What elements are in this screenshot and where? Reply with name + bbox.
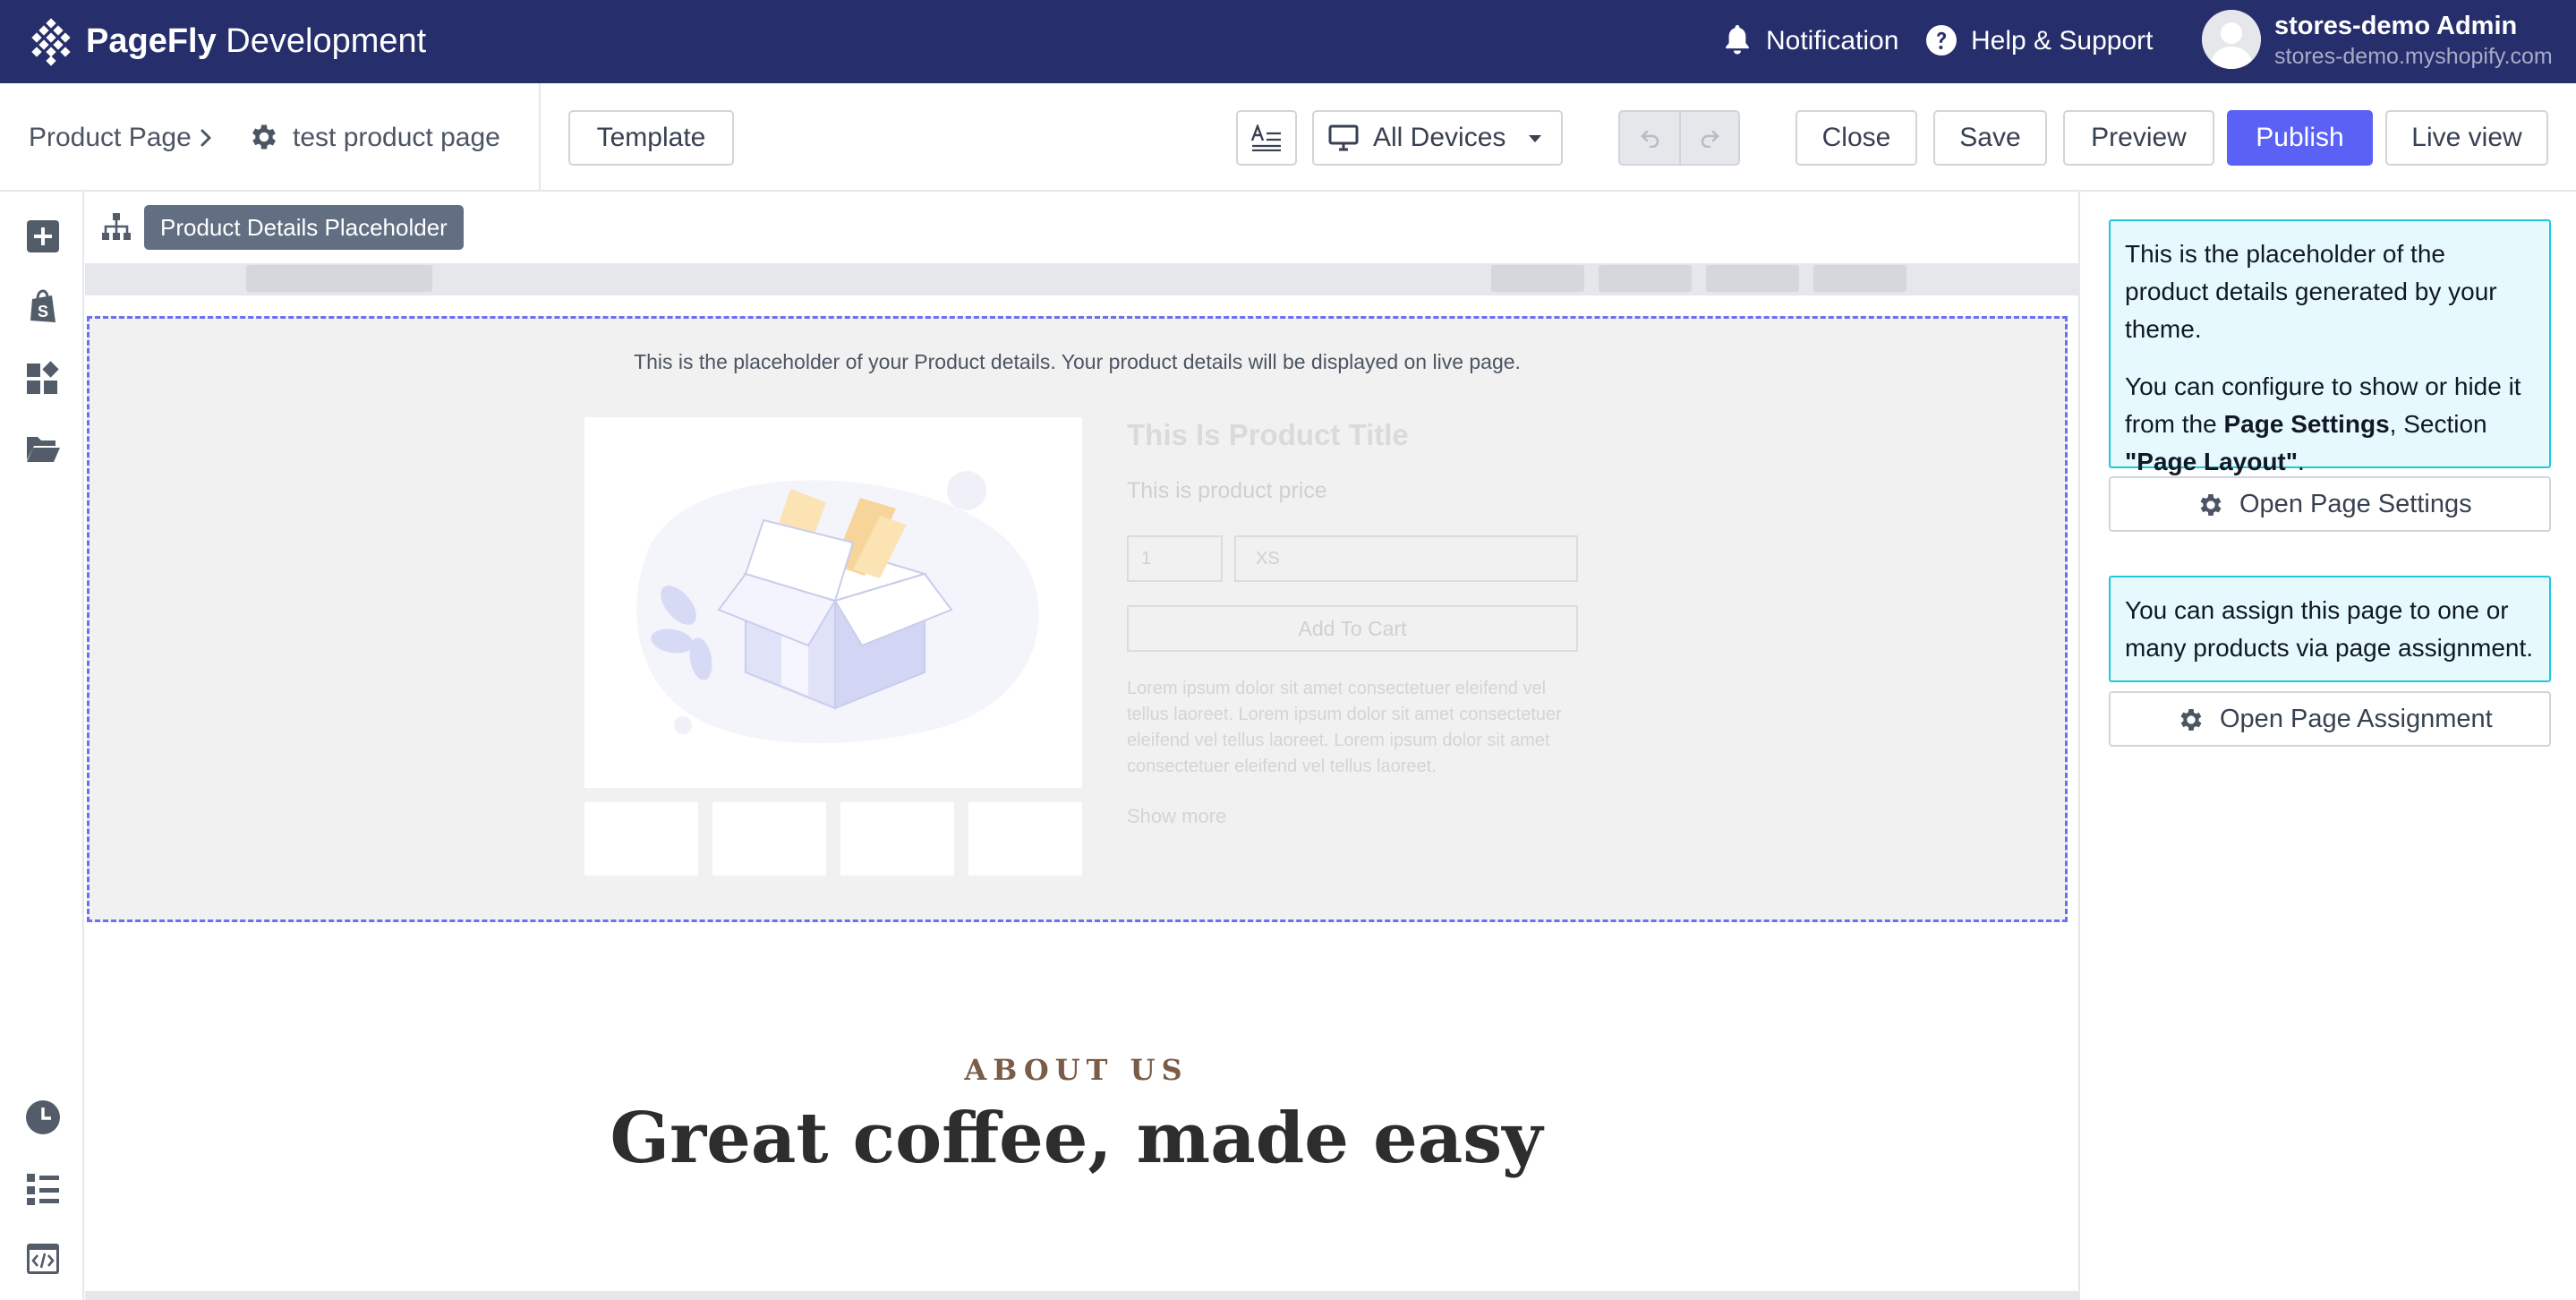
svg-text:S: S: [38, 303, 48, 321]
info-text-settings: You can configure to show or hide it fro…: [2125, 368, 2535, 481]
product-title-placeholder: This Is Product Title: [1127, 418, 1409, 451]
typography-icon: [1250, 124, 1281, 151]
pagefly-logo-icon: [31, 18, 71, 66]
selected-element-label[interactable]: Product Details Placeholder: [144, 205, 464, 250]
product-price-placeholder: This is product price: [1127, 478, 1327, 503]
layers-icon[interactable]: [25, 1171, 61, 1207]
canvas-scrollbar-track[interactable]: [85, 1291, 2078, 1300]
gear-icon: [2200, 494, 2222, 516]
gear-icon[interactable]: [248, 121, 280, 153]
chevron-right-icon: [200, 129, 211, 147]
header-menu-placeholder: [1706, 265, 1799, 292]
info-text-mid: , Section: [2389, 410, 2487, 438]
folder-icon[interactable]: [25, 430, 61, 466]
product-thumbnail-placeholder: [968, 802, 1082, 876]
live-view-button[interactable]: Live view: [2385, 110, 2548, 166]
header-logo-placeholder: [246, 265, 432, 292]
bell-icon[interactable]: [1724, 23, 1751, 56]
quantity-field-placeholder: 1: [1127, 535, 1223, 582]
variant-select-placeholder: XS: [1234, 535, 1578, 582]
close-button[interactable]: Close: [1796, 110, 1917, 166]
open-page-settings-button[interactable]: Open Page Settings: [2109, 476, 2551, 532]
placeholder-note: This is the placeholder of your Product …: [634, 350, 1521, 373]
device-selector[interactable]: All Devices: [1312, 110, 1563, 166]
publish-button[interactable]: Publish: [2227, 110, 2373, 166]
open-page-assignment-label: Open Page Assignment: [2220, 705, 2493, 733]
add-to-cart-placeholder: Add To Cart: [1127, 605, 1578, 652]
about-us-heading[interactable]: Great coffee, made easy: [85, 1094, 2068, 1184]
top-navigation-bar: PageFly Development Notification Help & …: [0, 0, 2576, 83]
editor-canvas[interactable]: Product Details Placeholder This is the …: [85, 192, 2078, 1300]
right-properties-panel: This is the placeholder of the product d…: [2078, 192, 2576, 1300]
template-button[interactable]: Template: [568, 110, 734, 166]
undo-redo-divider: [1679, 112, 1681, 164]
open-page-assignment-button[interactable]: Open Page Assignment: [2109, 691, 2551, 747]
app-brand[interactable]: PageFly Development: [86, 20, 426, 63]
typography-button[interactable]: [1236, 110, 1297, 166]
caret-down-icon: [1529, 135, 1541, 142]
about-us-kicker[interactable]: ABOUT US: [85, 1052, 2068, 1088]
device-selector-label: All Devices: [1373, 123, 1506, 152]
empty-box-illustration-icon: [636, 471, 1039, 743]
redo-icon[interactable]: [1699, 128, 1720, 148]
history-icon[interactable]: [25, 1099, 61, 1135]
desktop-icon: [1328, 124, 1359, 151]
editor-toolbar: Product Page test product page Template …: [0, 83, 2576, 192]
show-more-placeholder: Show more: [1127, 805, 1227, 827]
left-sidebar: S: [0, 192, 84, 1300]
info-text: This is the placeholder of the product d…: [2125, 240, 2497, 343]
header-menu-placeholder: [1491, 265, 1584, 292]
info-text-end: .: [2298, 448, 2305, 475]
notification-label[interactable]: Notification: [1766, 25, 1898, 57]
avatar[interactable]: [2202, 10, 2261, 69]
gear-icon: [2180, 709, 2202, 731]
product-details-placeholder[interactable]: This is the placeholder of your Product …: [87, 316, 2068, 922]
help-icon[interactable]: [1925, 24, 1958, 56]
sitemap-icon[interactable]: [101, 211, 132, 244]
placeholder-info-box: This is the placeholder of the product d…: [2109, 219, 2551, 475]
undo-redo-group: [1618, 110, 1740, 166]
header-menu-placeholder: [1813, 265, 1906, 292]
product-thumbnail-placeholder: [712, 802, 826, 876]
product-thumbnail-placeholder: [584, 802, 698, 876]
assignment-info-text: You can assign this page to one or many …: [2125, 596, 2534, 662]
add-element-icon[interactable]: [25, 218, 61, 254]
assignment-info-box: You can assign this page to one or many …: [2109, 576, 2551, 682]
shopify-icon[interactable]: S: [25, 288, 61, 324]
sections-icon[interactable]: [25, 360, 61, 396]
toolbar-divider: [539, 83, 541, 190]
page-settings-link-text: Page Settings: [2223, 410, 2390, 438]
product-description-placeholder: Lorem ipsum dolor sit amet consectetuer …: [1127, 679, 1562, 776]
product-image-placeholder: [584, 417, 1082, 788]
preview-button[interactable]: Preview: [2063, 110, 2214, 166]
user-name[interactable]: stores-demo Admin: [2274, 11, 2517, 41]
brand-rest: Development: [216, 22, 427, 60]
code-icon[interactable]: [25, 1241, 61, 1277]
header-menu-placeholder: [1599, 265, 1692, 292]
product-thumbnail-placeholder: [840, 802, 954, 876]
help-support-label[interactable]: Help & Support: [1971, 25, 2153, 57]
brand-bold: PageFly: [86, 22, 217, 60]
user-store-domain: stores-demo.myshopify.com: [2274, 44, 2553, 69]
open-page-settings-label: Open Page Settings: [2239, 490, 2472, 518]
undo-icon[interactable]: [1640, 128, 1661, 148]
save-button[interactable]: Save: [1933, 110, 2047, 166]
breadcrumb-root[interactable]: Product Page: [29, 122, 192, 154]
page-layout-text: "Page Layout": [2125, 448, 2299, 475]
breadcrumb-current-page[interactable]: test product page: [293, 122, 500, 154]
